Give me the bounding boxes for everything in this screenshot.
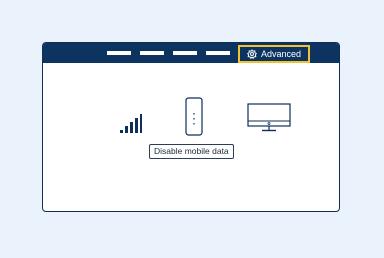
signal-bar-2	[125, 126, 128, 133]
disable-mobile-data-tooltip: Disable mobile data	[149, 144, 234, 159]
router-icon[interactable]	[185, 97, 203, 137]
advanced-label: Advanced	[260, 48, 302, 59]
monitor-icon[interactable]	[247, 103, 291, 133]
advanced-button[interactable]: Advanced	[238, 45, 310, 63]
nav-item-4[interactable]	[206, 51, 230, 55]
nav-item-3[interactable]	[173, 51, 197, 55]
signal-bar-4	[135, 118, 138, 133]
signal-bar-5	[140, 114, 142, 133]
nav-item-2[interactable]	[140, 51, 164, 55]
signal-bar-1	[120, 130, 123, 133]
nav-item-1[interactable]	[107, 51, 131, 55]
signal-bar-3	[130, 122, 133, 133]
top-nav-bar: Advanced	[43, 43, 339, 63]
gear-icon	[247, 49, 257, 59]
app-window: Advanced Disable mobile data	[42, 42, 340, 212]
mobile-signal-icon[interactable]	[120, 113, 142, 135]
